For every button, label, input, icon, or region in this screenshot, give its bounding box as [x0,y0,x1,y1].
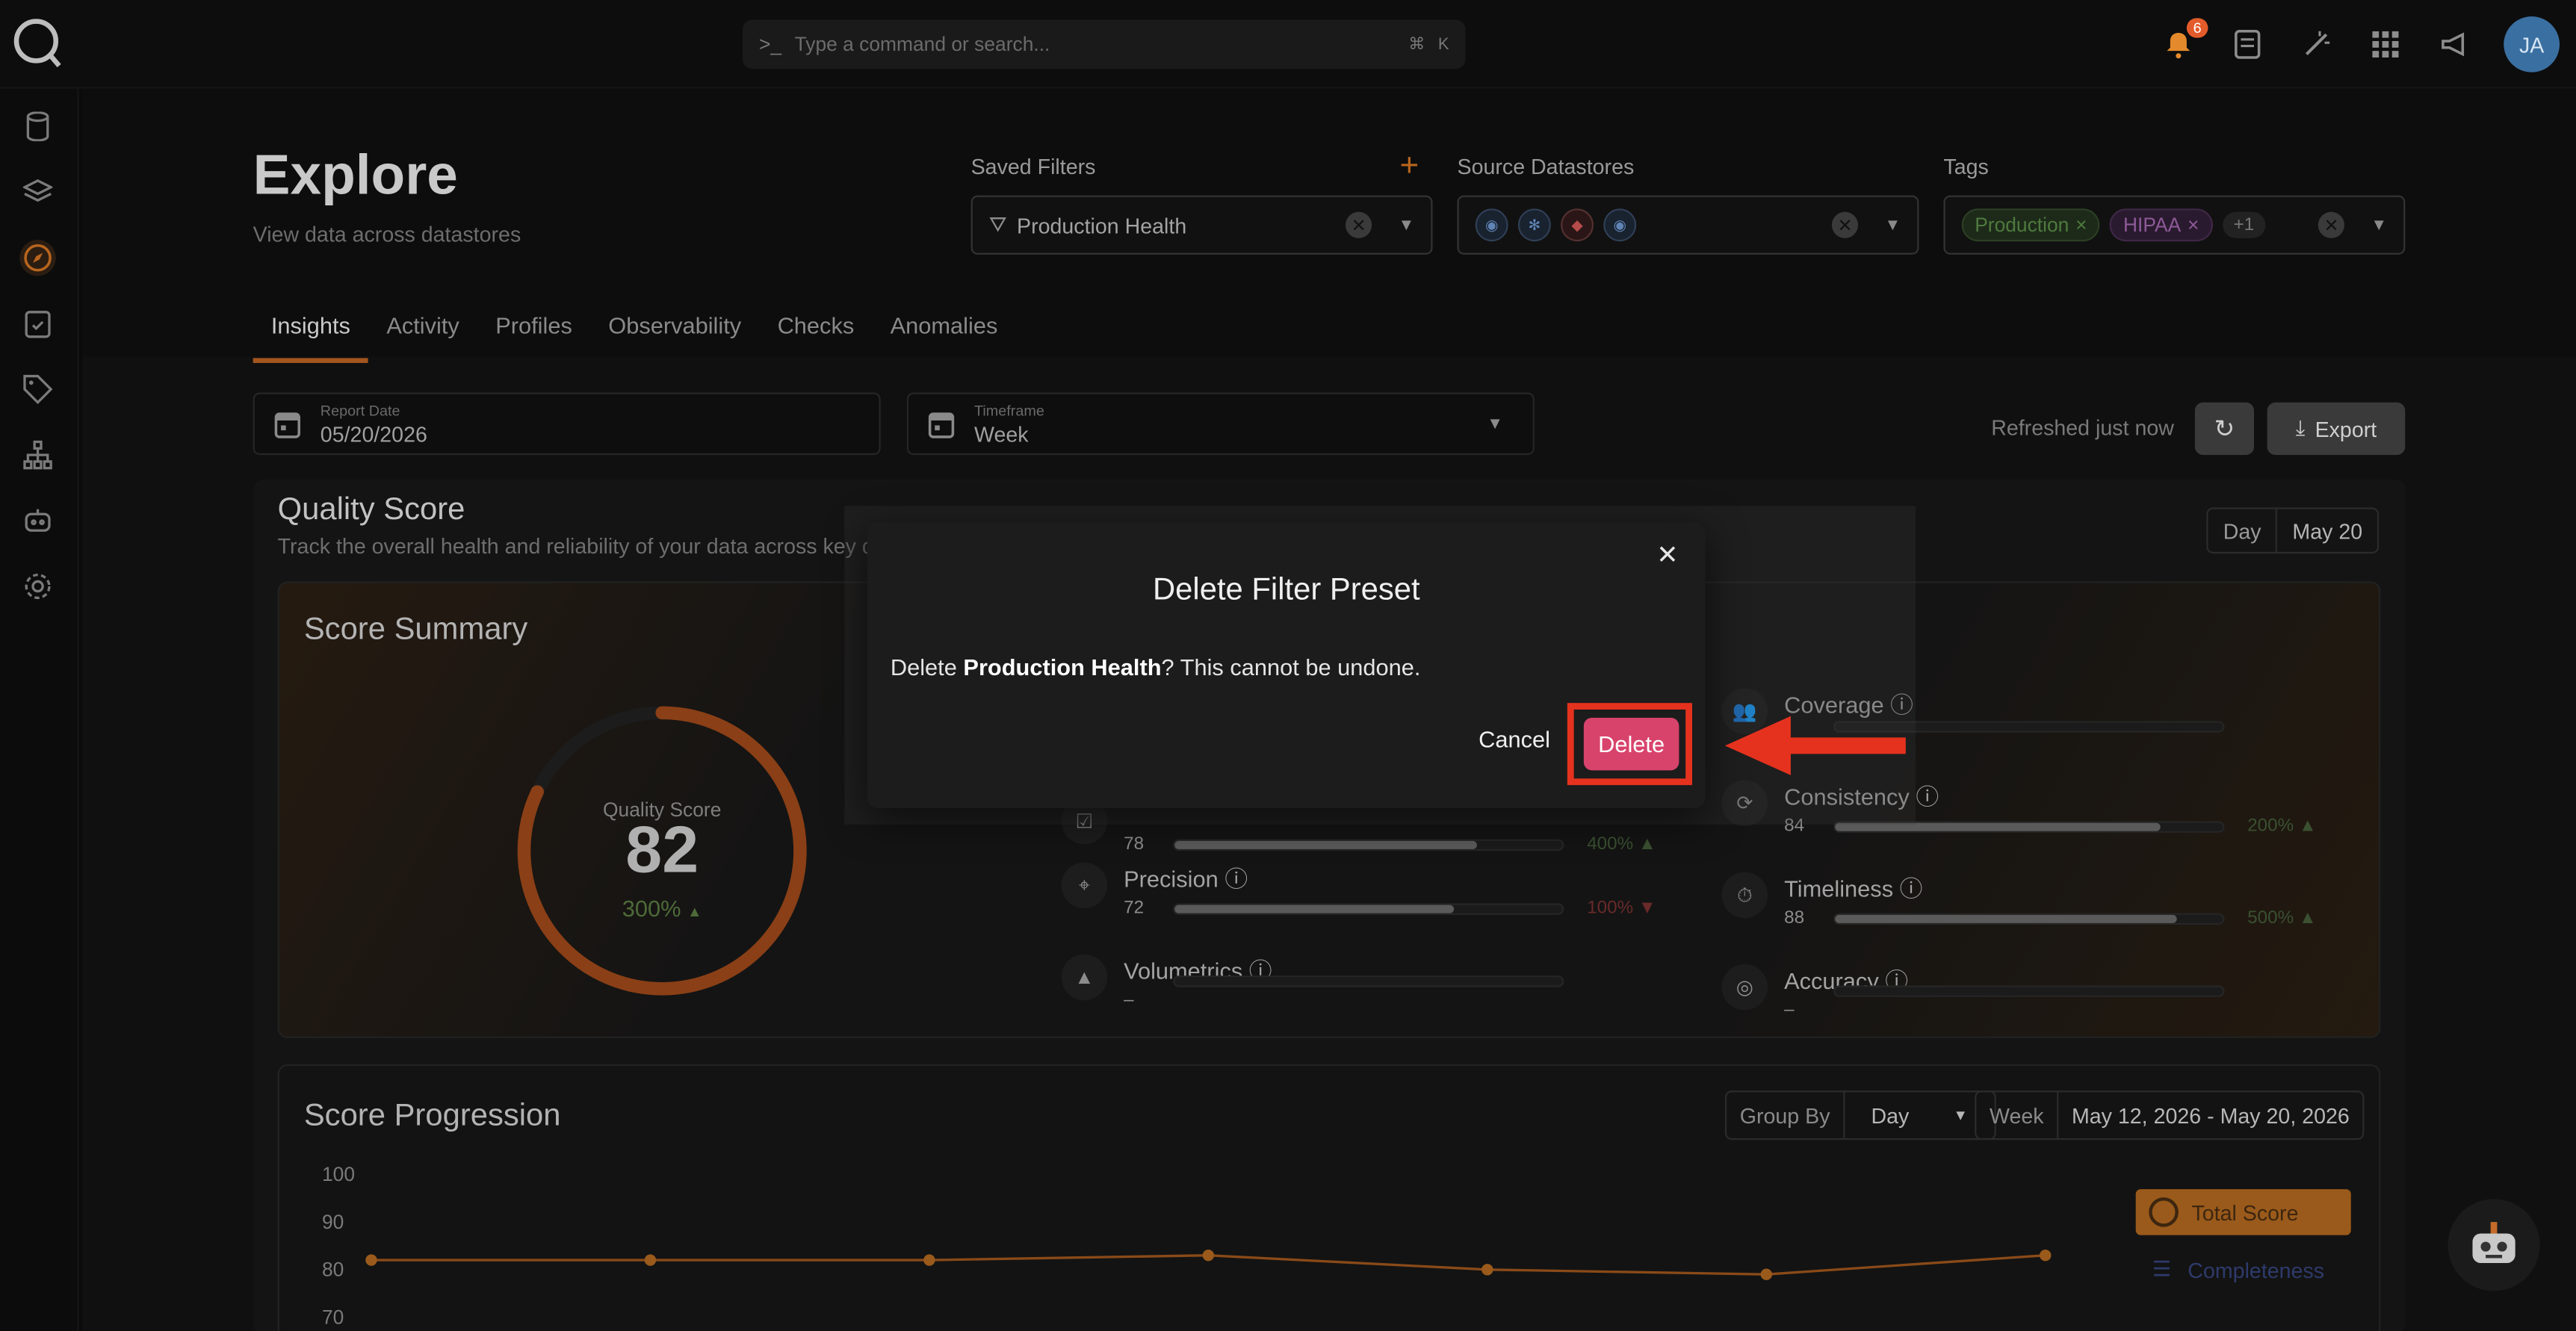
annotation-arrow-icon [1724,716,1906,775]
modal-message: Delete Production Health? This cannot be… [891,654,1421,680]
delete-button[interactable]: Delete [1583,717,1679,771]
modal-message-prefix: Delete [890,654,964,680]
modal-title: Delete Filter Preset [1153,573,1420,608]
cancel-button[interactable]: Cancel [1479,726,1550,752]
close-icon[interactable]: ✕ [1653,542,1682,572]
modal-message-suffix: ? This cannot be undone. [1161,654,1421,680]
modal-message-filter-name: Production Health [963,654,1162,680]
